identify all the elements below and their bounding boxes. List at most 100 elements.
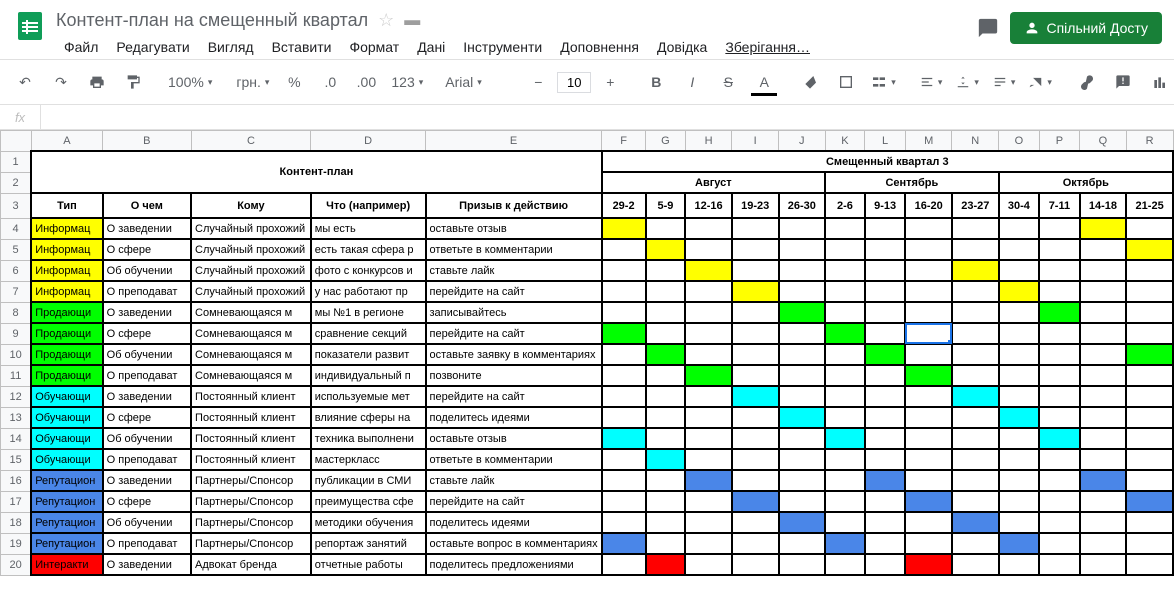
row-4[interactable]: 4 [1,218,32,239]
cell-week[interactable] [905,470,952,491]
row-16[interactable]: 16 [1,470,32,491]
cell-week[interactable] [1080,407,1127,428]
cell-week[interactable] [865,491,906,512]
cell-week[interactable] [685,365,732,386]
cell-week[interactable] [779,449,826,470]
cell-week[interactable] [865,281,906,302]
cell-week[interactable] [952,449,999,470]
cell-cta[interactable]: оставьте отзыв [426,428,602,449]
cell-week[interactable] [825,491,865,512]
folder-icon[interactable]: ▬ [404,12,420,30]
cell-what[interactable]: публикации в СМИ [311,470,426,491]
cell-week[interactable] [1039,260,1080,281]
cell-week[interactable] [905,302,952,323]
col-H[interactable]: H [685,131,732,152]
row-11[interactable]: 11 [1,365,32,386]
cell-week[interactable] [646,239,686,260]
cell-week[interactable] [1080,281,1127,302]
cell-week[interactable] [999,512,1040,533]
menu-Дані[interactable]: Дані [409,35,453,59]
cell-what[interactable]: у нас работают пр [311,281,426,302]
col-C[interactable]: C [191,131,311,152]
cell-week[interactable] [1080,512,1127,533]
cell-week[interactable] [865,365,906,386]
h-align-button[interactable] [914,71,949,93]
cell-week[interactable] [825,554,865,575]
bold-button[interactable]: B [639,66,673,98]
cell-week[interactable] [779,281,826,302]
cell-type[interactable]: Информац [31,281,102,302]
cell-week[interactable] [825,365,865,386]
cell-cta[interactable]: ответьте в комментарии [426,239,602,260]
cell-week[interactable] [646,281,686,302]
cell-cta[interactable]: поделитесь идеями [426,407,602,428]
cell-about[interactable]: О сфере [103,407,191,428]
cell-week[interactable] [685,512,732,533]
cell-who[interactable]: Партнеры/Спонсор [191,533,311,554]
col-O[interactable]: O [999,131,1040,152]
cell-week[interactable] [952,239,999,260]
cell-week[interactable] [1039,512,1080,533]
cell-week[interactable] [685,407,732,428]
cell-week[interactable] [865,554,906,575]
cell-week[interactable] [999,365,1040,386]
row-6[interactable]: 6 [1,260,32,281]
chart-button[interactable] [1142,66,1174,98]
row-13[interactable]: 13 [1,407,32,428]
row-1[interactable]: 1 [1,151,32,172]
cell-what[interactable]: мы №1 в регионе [311,302,426,323]
row-10[interactable]: 10 [1,344,32,365]
redo-button[interactable]: ↷ [44,66,78,98]
cell-week[interactable] [1080,218,1127,239]
comment-icon[interactable] [976,16,1000,40]
cell-week[interactable] [952,428,999,449]
cell-week[interactable] [685,533,732,554]
comment-button[interactable] [1106,66,1140,98]
cell-week[interactable] [732,407,779,428]
cell-about[interactable]: О преподават [103,365,191,386]
cell-week[interactable] [602,302,646,323]
cell-week[interactable] [1039,218,1080,239]
formula-input[interactable] [41,105,1174,129]
cell-week[interactable] [825,512,865,533]
cell-week[interactable] [1080,239,1127,260]
cell-cta[interactable]: записывайтесь [426,302,602,323]
cell-who[interactable]: Партнеры/Спонсор [191,491,311,512]
cell-week[interactable] [602,239,646,260]
cell-who[interactable]: Адвокат бренда [191,554,311,575]
cell-week[interactable] [865,218,906,239]
font-size-input[interactable] [557,72,591,93]
cell-type[interactable]: Репутацион [31,533,102,554]
cell-week[interactable] [685,239,732,260]
cell-week[interactable] [779,470,826,491]
cell-cta[interactable]: ставьте лайк [426,470,602,491]
cell-week[interactable] [1126,302,1173,323]
cell-week[interactable] [865,428,906,449]
cell-week[interactable] [905,239,952,260]
cell-cta[interactable]: перейдите на сайт [426,386,602,407]
col-I[interactable]: I [732,131,779,152]
cell-week[interactable] [732,491,779,512]
cell-week[interactable] [779,302,826,323]
cell-week[interactable] [999,491,1040,512]
cell-type[interactable]: Продающи [31,344,102,365]
cell-cta[interactable]: оставьте отзыв [426,218,602,239]
cell-week[interactable] [905,281,952,302]
cell-week[interactable] [685,323,732,344]
cell-week[interactable] [646,365,686,386]
cell-week[interactable] [825,533,865,554]
cell-cta[interactable]: перейдите на сайт [426,281,602,302]
cell-type[interactable]: Продающи [31,302,102,323]
cell-week[interactable] [1080,344,1127,365]
cell-week[interactable] [999,344,1040,365]
cell-week[interactable] [999,281,1040,302]
cell-cta[interactable]: оставьте заявку в комментариях [426,344,602,365]
cell-week[interactable] [779,407,826,428]
cell-type[interactable]: Продающи [31,365,102,386]
row-7[interactable]: 7 [1,281,32,302]
col-G[interactable]: G [646,131,686,152]
cell-week[interactable] [732,281,779,302]
cell-type[interactable]: Обучающи [31,449,102,470]
cell-week[interactable] [685,554,732,575]
cell-week[interactable] [779,533,826,554]
